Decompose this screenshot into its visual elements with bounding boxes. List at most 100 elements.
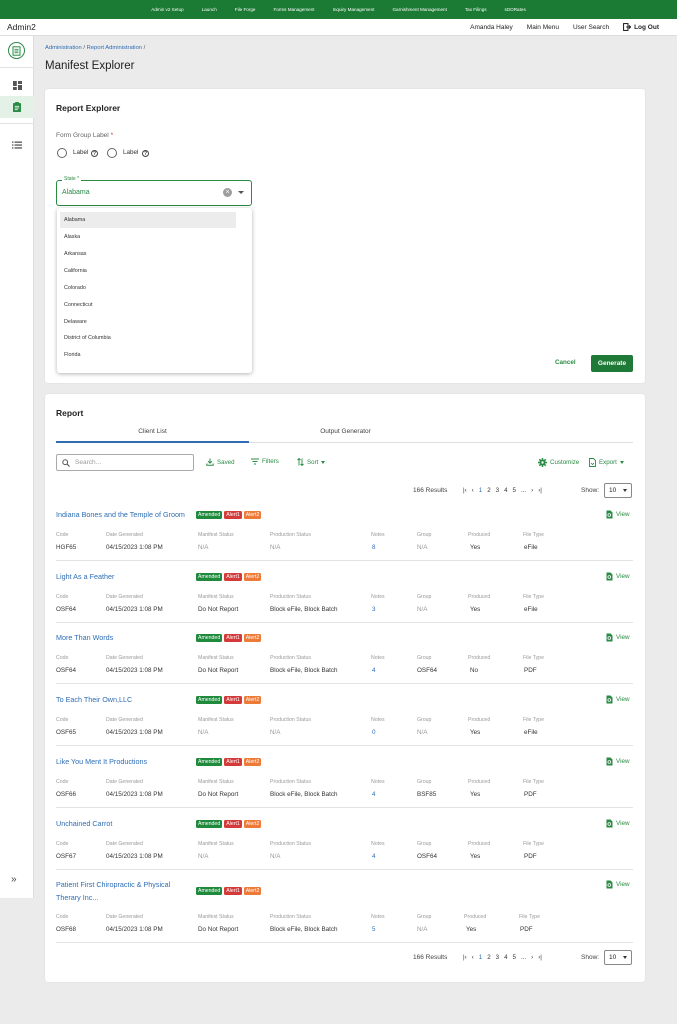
- view-button[interactable]: View: [606, 819, 630, 828]
- page-1[interactable]: 1: [479, 487, 482, 494]
- amended-badge: Amended: [196, 696, 223, 704]
- state-option-california[interactable]: California: [60, 263, 236, 279]
- results-count: 166 Results: [413, 954, 448, 961]
- sidebar-item-dashboard[interactable]: [0, 74, 34, 96]
- first-page-icon[interactable]: |‹: [463, 954, 467, 961]
- production-value: Block eFile, Block Batch: [270, 791, 338, 798]
- radio-label-2[interactable]: [107, 148, 117, 158]
- state-select[interactable]: State * Alabama ×: [56, 176, 252, 206]
- view-button[interactable]: View: [606, 572, 630, 581]
- next-page-icon[interactable]: ›: [531, 487, 533, 494]
- page-1[interactable]: 1: [479, 954, 482, 961]
- page-2[interactable]: 2: [487, 487, 490, 494]
- prev-page-icon[interactable]: ‹: [472, 487, 474, 494]
- first-page-icon[interactable]: |‹: [463, 487, 467, 494]
- notes-link[interactable]: 4: [372, 791, 376, 798]
- sort-button[interactable]: Sort: [297, 458, 326, 466]
- row-divider: [56, 807, 633, 808]
- logout-button[interactable]: Log Out: [623, 23, 659, 31]
- view-button[interactable]: View: [606, 510, 630, 519]
- view-button[interactable]: View: [606, 757, 630, 766]
- produced-label: Produced: [468, 532, 491, 538]
- topnav-admin-setup[interactable]: Admin v2 Setup: [142, 7, 192, 12]
- manifest-label: Manifest Status: [198, 655, 234, 661]
- state-option-alabama[interactable]: Alabama: [60, 212, 236, 228]
- customize-button[interactable]: Customize: [538, 458, 579, 467]
- sidebar-item-reports[interactable]: [0, 96, 34, 118]
- radio-label-1[interactable]: [57, 148, 67, 158]
- state-option-connecticut[interactable]: Connecticut: [60, 297, 236, 313]
- state-option-colorado[interactable]: Colorado: [60, 280, 236, 296]
- notes-link[interactable]: 4: [372, 667, 376, 674]
- page-3[interactable]: 3: [496, 954, 499, 961]
- generate-button[interactable]: Generate: [591, 355, 633, 372]
- list-icon: [12, 141, 22, 149]
- state-option-florida[interactable]: Florida: [60, 347, 236, 363]
- breadcrumb-administration[interactable]: Administration: [45, 45, 82, 51]
- main-menu-link[interactable]: Main Menu: [527, 24, 559, 31]
- notes-link[interactable]: 8: [372, 544, 376, 551]
- client-name-link[interactable]: Patient First Chiropractic & Physical Th…: [56, 879, 186, 904]
- produced-label: Produced: [468, 841, 491, 847]
- topnav-forms-management[interactable]: Forms Management: [264, 7, 323, 12]
- page-4[interactable]: 4: [504, 487, 507, 494]
- topnav-garnishment-management[interactable]: Garnishment Management: [383, 7, 455, 12]
- notes-link[interactable]: 3: [372, 606, 376, 613]
- search-input[interactable]: Search...: [56, 454, 194, 471]
- state-option-district-of-columbia[interactable]: District of Columbia: [60, 330, 236, 346]
- production-value: N/A: [270, 729, 281, 736]
- page-size-select[interactable]: 10: [604, 950, 632, 965]
- topnav-inquiry-management[interactable]: Inquiry Management: [324, 7, 384, 12]
- cancel-button[interactable]: Cancel: [555, 359, 576, 366]
- production-label: Production Status: [270, 841, 311, 847]
- topnav-file-forge[interactable]: File Forge: [226, 7, 265, 12]
- client-name-link[interactable]: More Than Words: [56, 632, 113, 645]
- radio-label-1-text: Label: [73, 149, 89, 156]
- next-page-icon[interactable]: ›: [531, 954, 533, 961]
- topnav-tax-filings[interactable]: Tax Filings: [456, 7, 496, 12]
- clear-icon[interactable]: ×: [223, 188, 232, 197]
- tab-client-list[interactable]: Client List: [56, 428, 249, 435]
- client-name-link[interactable]: Unchained Carrot: [56, 818, 112, 831]
- state-option-alaska[interactable]: Alaska: [60, 229, 236, 245]
- user-search-link[interactable]: User Search: [573, 24, 609, 31]
- help-icon[interactable]: ?: [142, 149, 149, 157]
- client-name-link[interactable]: Like You Ment It Productions: [56, 756, 147, 769]
- sidebar-item-list[interactable]: [0, 134, 34, 156]
- last-page-icon[interactable]: ›|: [538, 954, 542, 961]
- chevron-down-icon: [623, 489, 627, 492]
- saved-button[interactable]: Saved: [206, 458, 235, 466]
- client-name-link[interactable]: To Each Their Own,LLC: [56, 694, 132, 707]
- help-icon[interactable]: ?: [91, 149, 98, 157]
- view-button[interactable]: View: [606, 880, 630, 889]
- page-2[interactable]: 2: [487, 954, 490, 961]
- tab-output-generator[interactable]: Output Generator: [249, 428, 442, 435]
- breadcrumb-report-administration[interactable]: Report Administration: [87, 45, 142, 51]
- notes-link[interactable]: 5: [372, 926, 376, 933]
- page-5[interactable]: 5: [513, 487, 516, 494]
- page-3[interactable]: 3: [496, 487, 499, 494]
- view-label: View: [616, 511, 630, 518]
- production-label: Production Status: [270, 914, 311, 920]
- prev-page-icon[interactable]: ‹: [472, 954, 474, 961]
- page-5[interactable]: 5: [513, 954, 516, 961]
- view-button[interactable]: View: [606, 633, 630, 642]
- filters-button[interactable]: Filters: [251, 458, 279, 465]
- page-4[interactable]: 4: [504, 954, 507, 961]
- state-option-arkansas[interactable]: Arkansas: [60, 246, 236, 262]
- amended-badge: Amended: [196, 820, 223, 828]
- manifest-label: Manifest Status: [198, 717, 234, 723]
- expand-sidebar-icon[interactable]: »: [11, 874, 17, 885]
- client-name-link[interactable]: Indiana Bones and the Temple of Groom: [56, 509, 185, 522]
- page-size-select[interactable]: 10: [604, 483, 632, 498]
- export-button[interactable]: Export: [589, 458, 624, 467]
- last-page-icon[interactable]: ›|: [538, 487, 542, 494]
- topnav-launch[interactable]: Launch: [193, 7, 226, 12]
- notes-link[interactable]: 0: [372, 729, 376, 736]
- notes-link[interactable]: 4: [372, 853, 376, 860]
- client-name-link[interactable]: Light As a Feather: [56, 571, 114, 584]
- topnav-sdorates[interactable]: sDORates: [496, 7, 535, 12]
- state-option-delaware[interactable]: Delaware: [60, 314, 236, 330]
- view-button[interactable]: View: [606, 695, 630, 704]
- chevron-down-icon[interactable]: [238, 191, 244, 194]
